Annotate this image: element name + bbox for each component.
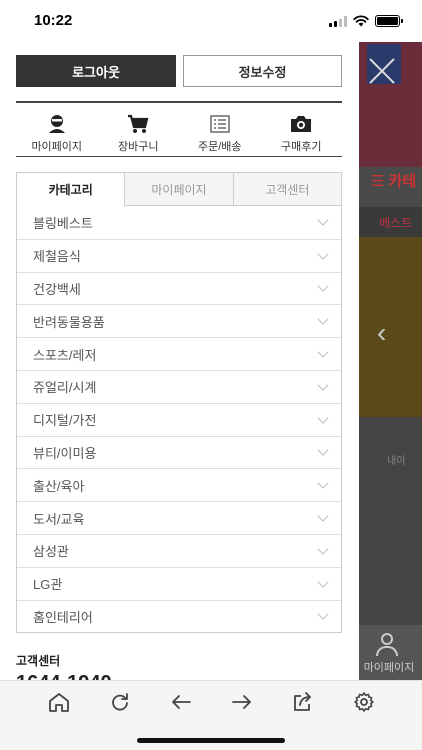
auth-buttons: 로그아웃 정보수정 — [16, 55, 342, 87]
quick-item-mypage[interactable]: 마이페이지 — [16, 103, 98, 156]
chevron-down-icon — [317, 280, 329, 293]
chevron-down-icon — [317, 412, 329, 424]
camera-icon — [290, 114, 312, 134]
quick-item-reviews[interactable]: 구매후기 — [261, 103, 343, 156]
background-lower-content — [359, 417, 422, 627]
settings-button[interactable] — [344, 689, 384, 715]
quick-item-label: 주문/배송 — [197, 141, 242, 153]
chevron-down-icon — [317, 575, 329, 588]
chevron-down-icon — [317, 477, 329, 489]
category-label: 블링베스트 — [33, 215, 93, 231]
chevron-down-icon — [317, 543, 329, 555]
chevron-down-icon — [317, 214, 329, 227]
tab-mypage[interactable]: 마이페이지 — [124, 173, 233, 206]
edit-profile-button[interactable]: 정보수정 — [183, 55, 342, 87]
status-time: 10:22 — [34, 12, 73, 29]
category-item[interactable]: 스포츠/레저 — [17, 337, 341, 370]
chevron-down-icon — [317, 379, 329, 391]
chevron-down-icon — [317, 510, 329, 522]
home-icon — [48, 693, 69, 712]
arrow-right-icon — [231, 695, 251, 709]
category-item[interactable]: LG관 — [17, 566, 341, 600]
category-label: 도서/교육 — [33, 511, 85, 527]
refresh-button[interactable] — [100, 689, 140, 715]
list-icon — [210, 114, 230, 134]
arrow-left-icon — [171, 695, 191, 709]
category-label: 디지털/가전 — [33, 413, 97, 429]
logout-button[interactable]: 로그아웃 — [16, 55, 176, 87]
status-icons — [329, 15, 403, 27]
close-drawer-icon[interactable] — [367, 56, 397, 86]
category-item[interactable]: 블링베스트 — [17, 206, 341, 239]
category-item[interactable]: 제철음식 — [17, 238, 341, 272]
background-small-text: 내이 — [387, 456, 406, 467]
chevron-down-icon — [317, 313, 329, 325]
chevron-down-icon — [317, 248, 329, 260]
category-label: 건강백세 — [33, 281, 81, 297]
quick-menu: 마이페이지 장바구니 주문/배송 구매후기 — [16, 101, 342, 157]
category-item[interactable]: 홈인테리어 — [17, 599, 341, 633]
category-item[interactable]: 건강백세 — [17, 271, 341, 305]
category-label: 삼성관 — [33, 544, 69, 560]
side-drawer: 로그아웃 정보수정 마이페이지 장바구니 주문/배송 구매후기 카테고리 마이페… — [0, 42, 359, 680]
quick-item-label: 구매후기 — [281, 141, 322, 153]
home-indicator — [137, 738, 285, 743]
chevron-down-icon — [317, 444, 329, 457]
category-label: 출산/육아 — [33, 478, 85, 494]
background-page-overlay[interactable]: ☰ 카테 베스트 ‹ 내이 마이페이지 — [359, 42, 422, 680]
background-chevron-left-icon: ‹ — [377, 317, 387, 348]
tab-customer-center[interactable]: 고객센터 — [232, 173, 341, 206]
category-item[interactable]: 뷰티/이미용 — [17, 435, 341, 469]
category-list: 블링베스트 제철음식 건강백세 반려동물용품 스포츠/레저 쥬얼리/시계 디지털… — [16, 206, 342, 634]
category-item[interactable]: 삼성관 — [17, 533, 341, 567]
quick-item-orders[interactable]: 주문/배송 — [179, 103, 261, 156]
wifi-icon — [353, 15, 369, 27]
category-label: 반려동물용품 — [33, 314, 105, 330]
category-item[interactable]: 반려동물용품 — [17, 304, 341, 337]
background-mypage-label: 마이페이지 — [363, 662, 415, 674]
drawer-tabs: 카테고리 마이페이지 고객센터 — [16, 172, 342, 206]
quick-item-cart[interactable]: 장바구니 — [98, 103, 180, 156]
category-item[interactable]: 출산/육아 — [17, 468, 341, 501]
browser-toolbar — [0, 680, 422, 750]
category-label: 홈인테리어 — [33, 609, 93, 625]
share-icon — [293, 692, 311, 711]
category-label: 제철음식 — [33, 249, 81, 265]
status-bar: 10:22 — [0, 0, 422, 42]
background-user-icon — [375, 633, 399, 657]
home-button[interactable] — [39, 689, 79, 715]
background-best-tab: 베스트 — [379, 216, 413, 230]
gear-icon — [353, 692, 374, 712]
chevron-down-icon — [317, 346, 329, 358]
category-label: LG관 — [33, 577, 63, 593]
category-item[interactable]: 쥬얼리/시계 — [17, 369, 341, 403]
tab-category[interactable]: 카테고리 — [17, 173, 125, 206]
back-button[interactable] — [161, 689, 201, 715]
cellular-signal-icon — [329, 15, 347, 27]
battery-icon — [375, 15, 403, 27]
background-content — [359, 237, 422, 417]
customer-center-phone[interactable]: 1644-1940 — [16, 672, 112, 680]
category-item[interactable]: 도서/교육 — [17, 501, 341, 534]
share-button[interactable] — [283, 689, 323, 715]
chevron-down-icon — [317, 608, 329, 621]
forward-button[interactable] — [222, 689, 262, 715]
customer-center-title: 고객센터 — [16, 654, 61, 668]
category-label: 쥬얼리/시계 — [33, 380, 97, 396]
cart-icon — [127, 114, 149, 134]
quick-item-label: 장바구니 — [118, 141, 159, 153]
category-label: 스포츠/레저 — [33, 347, 97, 363]
refresh-icon — [111, 693, 128, 711]
user-icon — [47, 114, 67, 134]
category-item[interactable]: 디지털/가전 — [17, 402, 341, 436]
category-label: 뷰티/이미용 — [33, 445, 97, 461]
quick-item-label: 마이페이지 — [31, 141, 83, 153]
background-category-label: ☰ 카테 — [371, 173, 417, 190]
